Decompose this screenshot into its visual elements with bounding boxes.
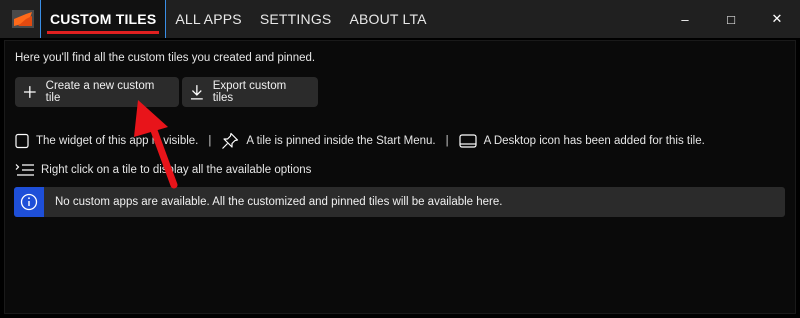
app-logo-icon bbox=[12, 10, 34, 28]
context-menu-icon bbox=[15, 164, 34, 176]
title-bar: CUSTOM TILES ALL APPS SETTINGS ABOUT LTA… bbox=[0, 0, 800, 38]
close-button[interactable]: ✕ bbox=[754, 0, 800, 38]
plus-icon bbox=[23, 86, 36, 98]
legend-separator: | bbox=[445, 135, 449, 147]
window-controls: – □ ✕ bbox=[662, 0, 800, 38]
annotation-arrow-icon bbox=[134, 100, 178, 189]
pin-icon bbox=[222, 132, 239, 149]
info-icon bbox=[20, 193, 38, 211]
tab-all-apps[interactable]: ALL APPS bbox=[166, 0, 250, 38]
maximize-button[interactable]: □ bbox=[708, 0, 754, 38]
legend-pinned-text: A tile is pinned inside the Start Menu. bbox=[246, 135, 436, 147]
icon-legend: The widget of this app is visible. | A t… bbox=[15, 131, 705, 151]
tab-about-lta[interactable]: ABOUT LTA bbox=[340, 0, 435, 38]
info-message: No custom apps are available. All the cu… bbox=[55, 196, 503, 208]
minimize-button[interactable]: – bbox=[662, 0, 708, 38]
tab-custom-tiles[interactable]: CUSTOM TILES bbox=[40, 0, 167, 38]
legend-separator: | bbox=[208, 135, 212, 147]
custom-tiles-panel: Here you'll find all the custom tiles yo… bbox=[4, 40, 796, 314]
desktop-icon bbox=[458, 134, 477, 148]
tab-bar: CUSTOM TILES ALL APPS SETTINGS ABOUT LTA bbox=[40, 0, 436, 38]
widget-icon bbox=[15, 133, 29, 149]
export-button-label: Export custom tiles bbox=[212, 80, 287, 104]
export-custom-tiles-button[interactable]: Export custom tiles bbox=[182, 77, 318, 107]
info-icon-container bbox=[14, 187, 44, 217]
legend-desktop-text: A Desktop icon has been added for this t… bbox=[483, 135, 705, 147]
intro-text: Here you'll find all the custom tiles yo… bbox=[15, 52, 316, 64]
info-banner: No custom apps are available. All the cu… bbox=[14, 187, 785, 217]
tab-settings[interactable]: SETTINGS bbox=[251, 0, 341, 38]
download-icon bbox=[190, 85, 203, 100]
